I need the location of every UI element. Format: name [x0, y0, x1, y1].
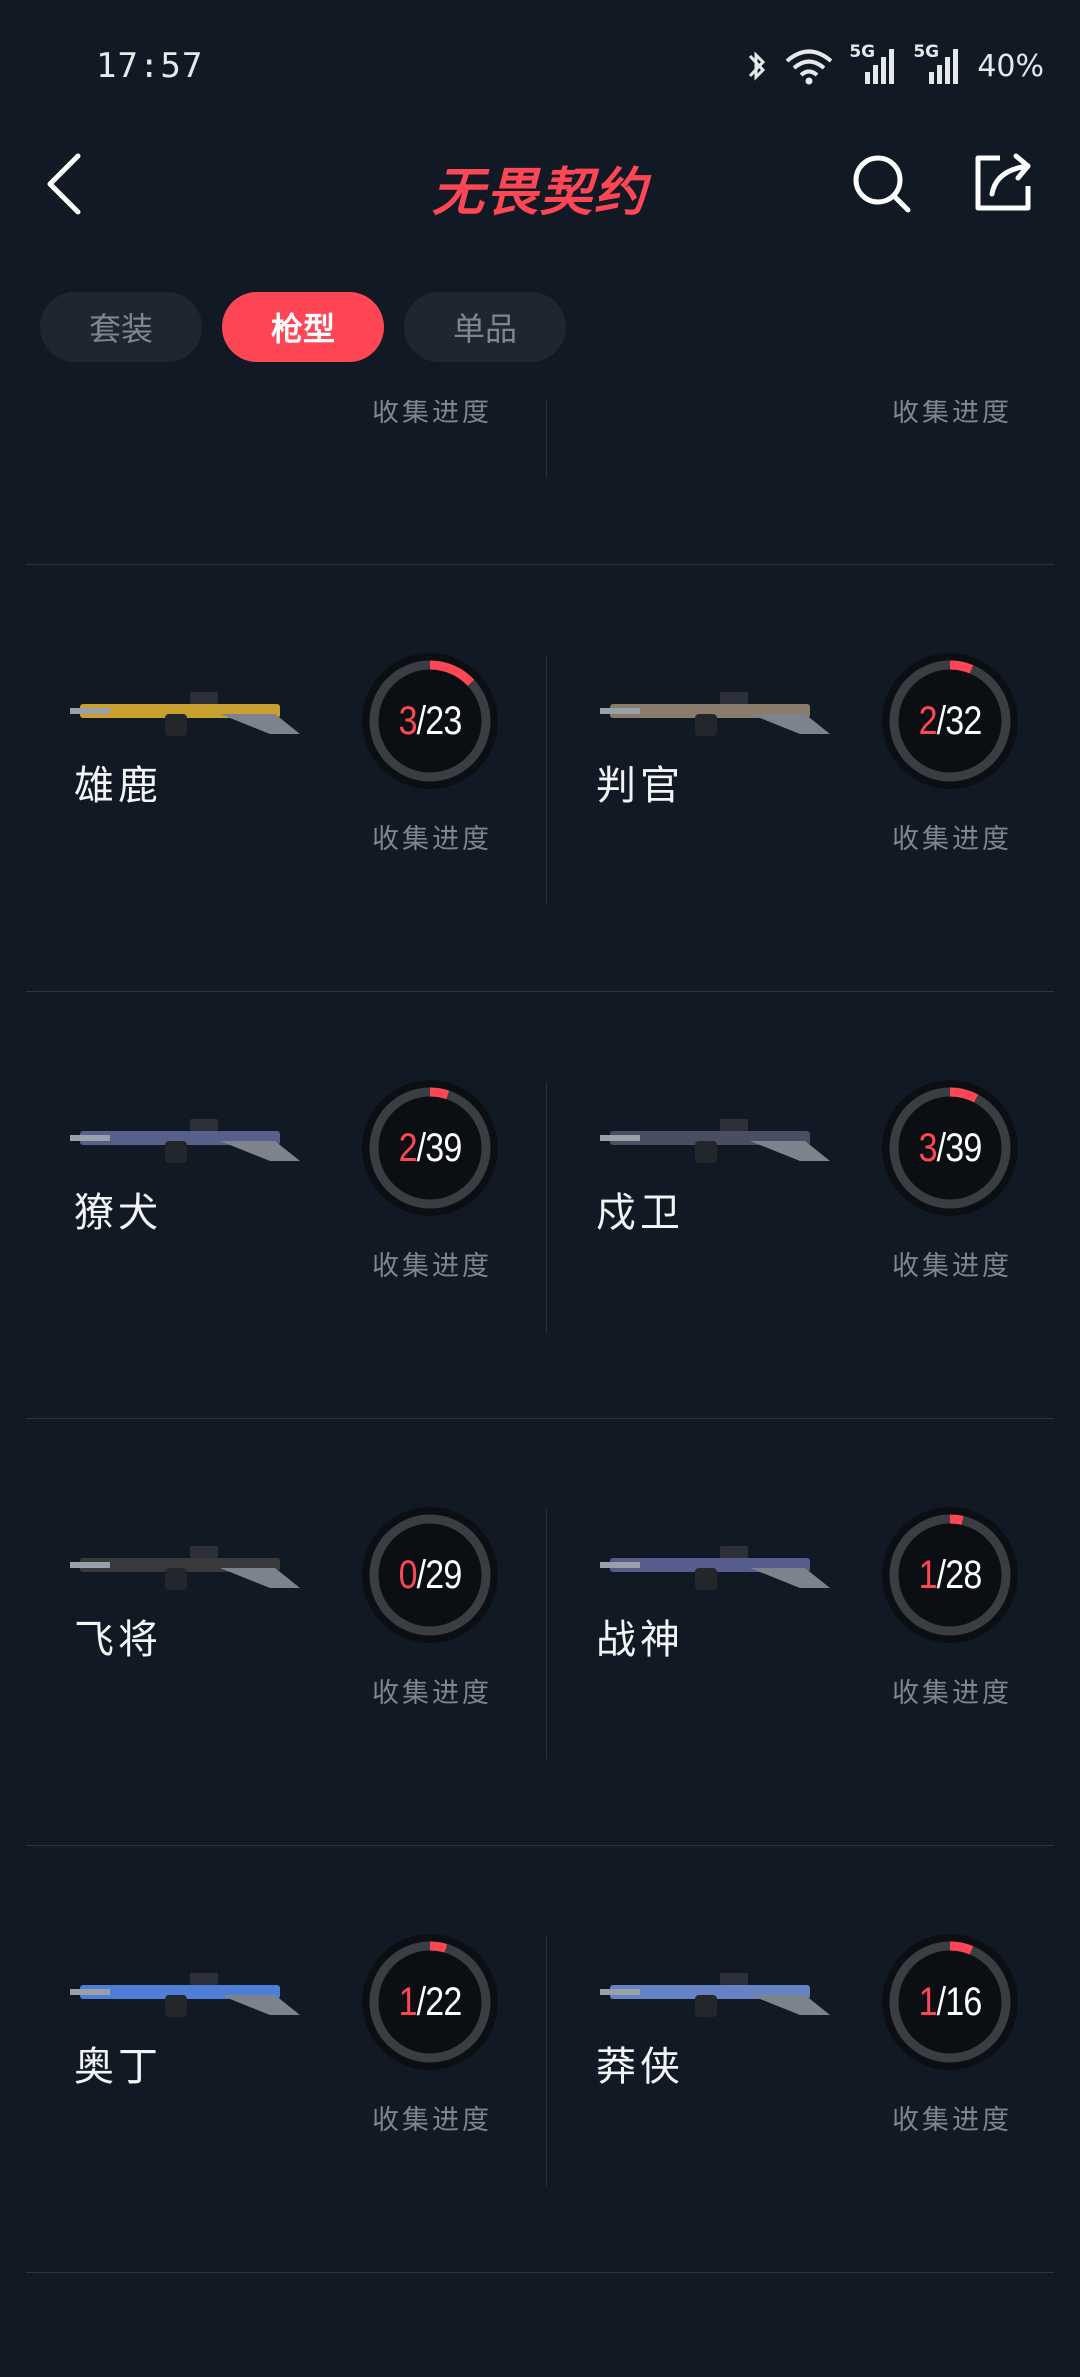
gun-card[interactable]: 飞将 0/29 收集进度: [0, 1419, 520, 1846]
total-count: /22: [416, 1979, 463, 2024]
tab-suits[interactable]: 套装: [40, 292, 202, 362]
collection-progress-ring: 3/39: [880, 1078, 1020, 1218]
gun-card[interactable]: 判官 2/32 收集进度: [546, 565, 1066, 992]
progress-label: 收集进度: [372, 1251, 492, 1282]
owned-count: 1: [918, 1979, 938, 2024]
status-bar: 17:57 5G 5G 40%: [0, 0, 1080, 140]
gun-name: 莽侠: [596, 2044, 684, 2090]
total-count: /23: [416, 698, 463, 743]
progress-label: 收集进度: [372, 824, 492, 855]
status-icons: 5G 5G 40%: [745, 42, 1044, 86]
signal-5g-icon: 5G: [849, 42, 899, 86]
gun-name: 奥丁: [74, 2044, 162, 2090]
owned-count: 3: [398, 698, 418, 743]
progress-label: 收集进度: [892, 1678, 1012, 1709]
row-divider: [26, 2272, 1054, 2273]
column-divider: [546, 1509, 547, 1759]
tab-items[interactable]: 单品: [404, 292, 566, 362]
gun-row: 奥丁 1/22 收集进度 莽侠 1/16 收集进度: [0, 1846, 1080, 2273]
progress-count: 3/39: [891, 1078, 1010, 1218]
gun-grid: 狂怒收集进度蜂刺收集进度雄鹿3/23收集进度判官2/32收集进度獠犬2/39收集…: [0, 400, 1080, 2273]
smg-skin-icon: [70, 1119, 300, 1163]
progress-count: 1/22: [371, 1932, 490, 2072]
status-time: 17:57: [96, 46, 204, 86]
gun-row: 飞将 0/29 收集进度 战神 1/28 收集进度: [0, 1419, 1080, 1846]
column-divider: [546, 400, 547, 478]
progress-label: 收集进度: [892, 400, 1012, 428]
shotgun-skin-icon: [600, 692, 830, 736]
progress-count: 2/32: [891, 651, 1010, 791]
gun-row: 雄鹿 3/23 收集进度 判官 2/32 收集进度: [0, 565, 1080, 992]
gun-name: 战神: [596, 1617, 684, 1663]
gun-card[interactable]: 战神 1/28 收集进度: [546, 1419, 1066, 1846]
total-count: /29: [416, 1552, 463, 1597]
column-divider: [546, 1082, 547, 1332]
total-count: /28: [936, 1552, 983, 1597]
machinegun-skin-icon: [70, 1973, 300, 2017]
battery-level: 40%: [977, 48, 1044, 84]
gun-name: 飞将: [74, 1617, 162, 1663]
search-icon: [853, 155, 911, 213]
progress-label: 收集进度: [372, 2105, 492, 2136]
collection-progress-ring: 2/32: [880, 651, 1020, 791]
shotgun-skin-icon: [70, 692, 300, 736]
gun-name: 雄鹿: [74, 763, 162, 809]
gun-card[interactable]: 奥丁 1/22 收集进度: [0, 1846, 520, 2273]
progress-count: 1/16: [891, 1932, 1010, 2072]
rifle-skin-icon: [600, 1119, 830, 1163]
owned-count: 2: [398, 1125, 418, 1170]
gun-name: 戍卫: [596, 1190, 684, 1236]
sniper-skin-icon: [600, 1973, 830, 2017]
search-button[interactable]: [850, 152, 914, 216]
bluetooth-icon: [749, 51, 766, 81]
collection-progress-ring: 0/29: [360, 1505, 500, 1645]
gun-card[interactable]: 狂怒收集进度: [0, 400, 520, 565]
progress-label: 收集进度: [892, 2105, 1012, 2136]
tab-gun-types[interactable]: 枪型: [222, 292, 384, 362]
column-divider: [546, 1936, 547, 2186]
column-divider: [546, 655, 547, 905]
gun-card[interactable]: 莽侠 1/16 收集进度: [546, 1846, 1066, 2273]
app-logo: 无畏契约: [431, 163, 648, 223]
wifi-icon: [786, 49, 833, 85]
category-tabs: 套装 枪型 单品: [40, 292, 566, 362]
collection-progress-ring: 1/22: [360, 1932, 500, 2072]
total-count: /39: [416, 1125, 463, 1170]
sniper-skin-icon: [70, 1546, 300, 1590]
gun-card[interactable]: 雄鹿 3/23 收集进度: [0, 565, 520, 992]
signal-5g-icon: 5G: [913, 42, 963, 86]
progress-label: 收集进度: [372, 1678, 492, 1709]
owned-count: 1: [398, 1979, 418, 2024]
collection-progress-ring: 3/23: [360, 651, 500, 791]
gun-row: 獠犬 2/39 收集进度 戍卫 3/39 收集进度: [0, 992, 1080, 1419]
share-icon: [975, 153, 1031, 211]
gun-card[interactable]: 蜂刺收集进度: [546, 400, 1066, 565]
progress-count: 0/29: [371, 1505, 490, 1645]
owned-count: 1: [918, 1552, 938, 1597]
gun-row: 狂怒收集进度蜂刺收集进度: [0, 400, 1080, 565]
share-button[interactable]: [970, 150, 1038, 218]
gun-list[interactable]: 狂怒收集进度蜂刺收集进度雄鹿3/23收集进度判官2/32收集进度獠犬2/39收集…: [0, 400, 1080, 2377]
progress-count: 1/28: [891, 1505, 1010, 1645]
collection-progress-ring: 1/16: [880, 1932, 1020, 2072]
progress-count: 3/23: [371, 651, 490, 791]
collection-progress-ring: 1/28: [880, 1505, 1020, 1645]
progress-label: 收集进度: [892, 824, 1012, 855]
gun-name: 判官: [596, 763, 684, 809]
gun-card[interactable]: 戍卫 3/39 收集进度: [546, 992, 1066, 1419]
collection-progress-ring: 2/39: [360, 1078, 500, 1218]
gun-card[interactable]: 獠犬 2/39 收集进度: [0, 992, 520, 1419]
total-count: /39: [936, 1125, 983, 1170]
progress-label: 收集进度: [892, 1251, 1012, 1282]
owned-count: 2: [918, 698, 938, 743]
progress-label: 收集进度: [372, 400, 492, 428]
total-count: /16: [936, 1979, 983, 2024]
machinegun-skin-icon: [600, 1546, 830, 1590]
gun-name: 獠犬: [74, 1190, 162, 1236]
owned-count: 0: [398, 1552, 418, 1597]
total-count: /32: [936, 698, 983, 743]
progress-count: 2/39: [371, 1078, 490, 1218]
owned-count: 3: [918, 1125, 938, 1170]
